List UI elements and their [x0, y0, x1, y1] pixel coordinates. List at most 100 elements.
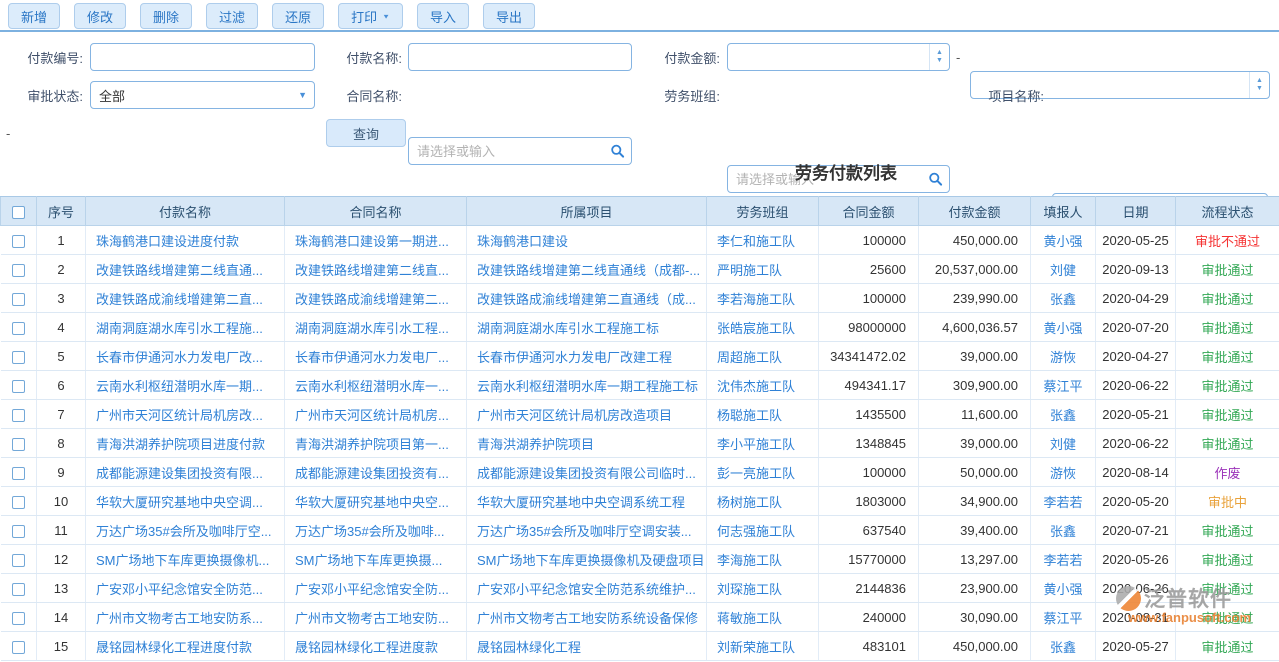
row-checkbox[interactable]	[12, 235, 25, 248]
project-link[interactable]: 云南水利枢纽潜明水库一期工程施工标	[467, 371, 707, 400]
row-checkbox[interactable]	[12, 612, 25, 625]
import-button[interactable]: 导入	[417, 3, 469, 29]
row-checkbox[interactable]	[12, 641, 25, 654]
contract-name-link[interactable]: 万达广场35#会所及咖啡...	[285, 516, 467, 545]
query-button[interactable]: 查询	[326, 119, 406, 147]
contract-name-link[interactable]: 广州市天河区统计局机房...	[285, 400, 467, 429]
row-checkbox[interactable]	[12, 380, 25, 393]
contract-name-link[interactable]: 华软大厦研究基地中央空...	[285, 487, 467, 516]
team-link[interactable]: 彭一亮施工队	[707, 458, 819, 487]
spin-up-icon[interactable]: ▲	[1256, 78, 1263, 84]
project-link[interactable]: 广州市天河区统计局机房改造项目	[467, 400, 707, 429]
team-link[interactable]: 刘琛施工队	[707, 574, 819, 603]
project-link[interactable]: 成都能源建设集团投资有限公司临时...	[467, 458, 707, 487]
row-checkbox[interactable]	[12, 583, 25, 596]
reporter-cell: 张鑫	[1031, 284, 1096, 313]
project-link[interactable]: 广州市文物考古工地安防系统设备保修	[467, 603, 707, 632]
number-spinner[interactable]: ▲ ▼	[929, 44, 949, 70]
payment-name-link[interactable]: 广州市文物考古工地安防系...	[86, 603, 285, 632]
team-link[interactable]: 杨树施工队	[707, 487, 819, 516]
contract-name-link[interactable]: 改建铁路线增建第二线直...	[285, 255, 467, 284]
project-link[interactable]: 改建铁路成渝线增建第二直通线（成...	[467, 284, 707, 313]
project-link[interactable]: 晟铭园林绿化工程	[467, 632, 707, 661]
contract-name-link[interactable]: 湖南洞庭湖水库引水工程...	[285, 313, 467, 342]
contract-name-link[interactable]: 青海洪湖养护院项目第一...	[285, 429, 467, 458]
contract-name-link[interactable]: 广安邓小平纪念馆安全防...	[285, 574, 467, 603]
filter-button[interactable]: 过滤	[206, 3, 258, 29]
payment-name-link[interactable]: 青海洪湖养护院项目进度付款	[86, 429, 285, 458]
row-checkbox-cell	[1, 632, 37, 661]
print-button[interactable]: 打印 ▼	[338, 3, 403, 29]
row-checkbox[interactable]	[12, 409, 25, 422]
delete-button[interactable]: 删除	[140, 3, 192, 29]
payment-name-link[interactable]: 长春市伊通河水力发电厂改...	[86, 342, 285, 371]
payment-name-link[interactable]: 广安邓小平纪念馆安全防范...	[86, 574, 285, 603]
team-link[interactable]: 李海施工队	[707, 545, 819, 574]
team-link[interactable]: 蒋敏施工队	[707, 603, 819, 632]
row-checkbox[interactable]	[12, 438, 25, 451]
contract-name-input[interactable]	[408, 137, 632, 165]
team-link[interactable]: 杨聪施工队	[707, 400, 819, 429]
contract-name-link[interactable]: 晟铭园林绿化工程进度款	[285, 632, 467, 661]
project-link[interactable]: 改建铁路线增建第二线直通线（成都-...	[467, 255, 707, 284]
project-link[interactable]: 万达广场35#会所及咖啡厅空调安装...	[467, 516, 707, 545]
payment-name-link[interactable]: 湖南洞庭湖水库引水工程施...	[86, 313, 285, 342]
payment-name-link[interactable]: 改建铁路线增建第二线直通...	[86, 255, 285, 284]
select-all-checkbox[interactable]	[12, 206, 25, 219]
contract-name-link[interactable]: SM广场地下车库更换摄...	[285, 545, 467, 574]
contract-name-link[interactable]: 珠海鹤港口建设第一期进...	[285, 226, 467, 255]
contract-name-link[interactable]: 成都能源建设集团投资有...	[285, 458, 467, 487]
add-button[interactable]: 新增	[8, 3, 60, 29]
payment-no-input[interactable]	[90, 43, 315, 71]
project-link[interactable]: 青海洪湖养护院项目	[467, 429, 707, 458]
row-checkbox[interactable]	[12, 525, 25, 538]
payment-name-link[interactable]: SM广场地下车库更换摄像机...	[86, 545, 285, 574]
contract-name-link[interactable]: 改建铁路成渝线增建第二...	[285, 284, 467, 313]
project-link[interactable]: 华软大厦研究基地中央空调系统工程	[467, 487, 707, 516]
contract-name-link[interactable]: 云南水利枢纽潜明水库一...	[285, 371, 467, 400]
payment-name-link[interactable]: 华软大厦研究基地中央空调...	[86, 487, 285, 516]
row-checkbox[interactable]	[12, 351, 25, 364]
payment-name-link[interactable]: 万达广场35#会所及咖啡厅空...	[86, 516, 285, 545]
row-checkbox[interactable]	[12, 293, 25, 306]
payment-name-link[interactable]: 成都能源建设集团投资有限...	[86, 458, 285, 487]
edit-button[interactable]: 修改	[74, 3, 126, 29]
spin-up-icon[interactable]: ▲	[936, 50, 943, 56]
search-icon[interactable]	[928, 172, 943, 187]
row-checkbox[interactable]	[12, 496, 25, 509]
row-checkbox[interactable]	[12, 322, 25, 335]
team-link[interactable]: 沈伟杰施工队	[707, 371, 819, 400]
project-link[interactable]: 湖南洞庭湖水库引水工程施工标	[467, 313, 707, 342]
search-icon[interactable]	[610, 144, 625, 159]
spin-down-icon[interactable]: ▼	[1256, 86, 1263, 92]
number-spinner[interactable]: ▲ ▼	[1249, 72, 1269, 98]
payment-name-input[interactable]	[408, 43, 632, 71]
team-link[interactable]: 李仁和施工队	[707, 226, 819, 255]
export-button[interactable]: 导出	[483, 3, 535, 29]
project-link[interactable]: 长春市伊通河水力发电厂改建工程	[467, 342, 707, 371]
team-link[interactable]: 周超施工队	[707, 342, 819, 371]
approval-status-select[interactable]: 全部 ▼	[90, 81, 315, 109]
spin-down-icon[interactable]: ▼	[936, 58, 943, 64]
project-link[interactable]: SM广场地下车库更换摄像机及硬盘项目	[467, 545, 707, 574]
payment-amount-min-input[interactable]	[727, 43, 950, 71]
team-link[interactable]: 李若海施工队	[707, 284, 819, 313]
row-checkbox[interactable]	[12, 264, 25, 277]
payment-name-link[interactable]: 云南水利枢纽潜明水库一期...	[86, 371, 285, 400]
team-link[interactable]: 何志强施工队	[707, 516, 819, 545]
row-checkbox[interactable]	[12, 467, 25, 480]
restore-button[interactable]: 还原	[272, 3, 324, 29]
team-link[interactable]: 严明施工队	[707, 255, 819, 284]
contract-name-link[interactable]: 广州市文物考古工地安防...	[285, 603, 467, 632]
project-link[interactable]: 珠海鹤港口建设	[467, 226, 707, 255]
payment-name-link[interactable]: 晟铭园林绿化工程进度付款	[86, 632, 285, 661]
payment-name-link[interactable]: 改建铁路成渝线增建第二直...	[86, 284, 285, 313]
row-checkbox[interactable]	[12, 554, 25, 567]
team-link[interactable]: 张皓宸施工队	[707, 313, 819, 342]
payment-name-link[interactable]: 珠海鹤港口建设进度付款	[86, 226, 285, 255]
payment-name-link[interactable]: 广州市天河区统计局机房改...	[86, 400, 285, 429]
project-link[interactable]: 广安邓小平纪念馆安全防范系统维护...	[467, 574, 707, 603]
team-link[interactable]: 刘新荣施工队	[707, 632, 819, 661]
team-link[interactable]: 李小平施工队	[707, 429, 819, 458]
contract-name-link[interactable]: 长春市伊通河水力发电厂...	[285, 342, 467, 371]
